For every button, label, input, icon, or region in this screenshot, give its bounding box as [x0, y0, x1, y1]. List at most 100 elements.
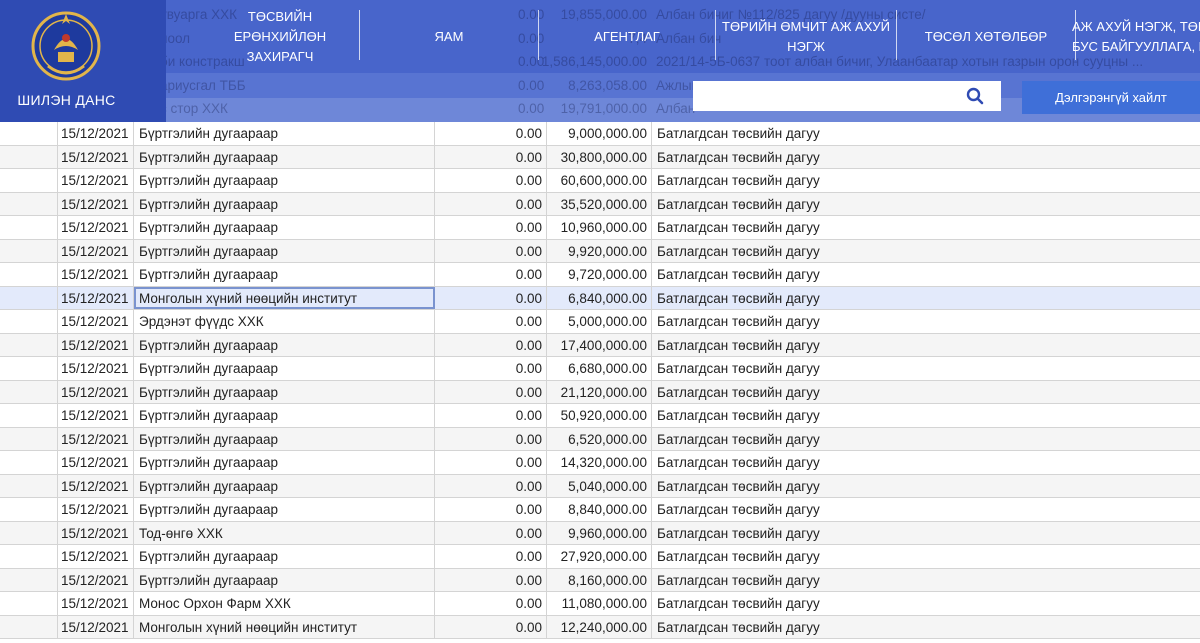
zero-amount-cell[interactable]: 0.00: [435, 192, 547, 215]
row-gutter-cell[interactable]: [0, 404, 58, 427]
row-gutter-cell[interactable]: [0, 568, 58, 591]
organization-cell[interactable]: Бүртгэлийн дугаараар: [134, 545, 435, 568]
zero-amount-cell[interactable]: 0.00: [435, 545, 547, 568]
organization-cell[interactable]: Бүртгэлийн дугаараар: [134, 357, 435, 380]
row-gutter-cell[interactable]: [0, 592, 58, 615]
organization-cell[interactable]: Бүртгэлийн дугаараар: [134, 427, 435, 450]
zero-amount-cell[interactable]: 0.00: [435, 310, 547, 333]
search-button[interactable]: [949, 81, 1001, 111]
row-gutter-cell[interactable]: [0, 357, 58, 380]
row-gutter-cell[interactable]: [0, 286, 58, 309]
date-cell[interactable]: 15/12/2021: [58, 263, 134, 286]
table-row[interactable]: 15/12/2021 Бүртгэлийн дугаараар 0.00 10,960…: [0, 216, 1200, 240]
row-gutter-cell[interactable]: [0, 192, 58, 215]
amount-cell[interactable]: 27,920,000.00: [547, 545, 652, 568]
table-row[interactable]: 15/12/2021 Бүртгэлийн дугаараар 0.00 5,040,…: [0, 474, 1200, 498]
date-cell[interactable]: 15/12/2021: [58, 192, 134, 215]
table-row[interactable]: 15/12/2021 Монос Орхон Фарм ХХК 0.00 11,080…: [0, 592, 1200, 616]
amount-cell[interactable]: 9,960,000.00: [547, 521, 652, 544]
note-cell[interactable]: Батлагдсан төсвийн дагуу: [652, 428, 1200, 451]
amount-cell[interactable]: 60,600,000.00: [547, 169, 652, 192]
date-cell[interactable]: 15/12/2021: [58, 568, 134, 591]
organization-cell[interactable]: Тод-өнгө ХХК: [134, 521, 435, 544]
date-cell[interactable]: 15/12/2021: [58, 286, 134, 309]
amount-cell[interactable]: 14,320,000.00: [547, 451, 652, 474]
row-gutter-cell[interactable]: [0, 451, 58, 474]
zero-amount-cell[interactable]: 0.00: [435, 568, 547, 591]
zero-amount-cell[interactable]: 0.00: [435, 216, 547, 239]
zero-amount-cell[interactable]: 0.00: [435, 451, 547, 474]
organization-cell[interactable]: Монголын хүний нөөцийн институт: [134, 615, 435, 638]
organization-cell[interactable]: Бүртгэлийн дугаараар: [134, 263, 435, 286]
organization-cell[interactable]: Бүртгэлийн дугаараар: [134, 568, 435, 591]
nav-projects-programs[interactable]: ТӨСӨЛ ХӨТӨЛБӨР: [897, 0, 1075, 73]
amount-cell[interactable]: 30,800,000.00: [547, 145, 652, 168]
table-row[interactable]: 15/12/2021 Бүртгэлийн дугаараар 0.00 9,720,…: [0, 263, 1200, 287]
note-cell[interactable]: Батлагдсан төсвийн дагуу: [652, 381, 1200, 404]
amount-cell[interactable]: 11,080,000.00: [547, 592, 652, 615]
organization-cell[interactable]: Бүртгэлийн дугаараар: [134, 404, 435, 427]
zero-amount-cell[interactable]: 0.00: [435, 592, 547, 615]
zero-amount-cell[interactable]: 0.00: [435, 239, 547, 262]
amount-cell[interactable]: 10,960,000.00: [547, 216, 652, 239]
organization-cell[interactable]: Эрдэнэт фүүдс ХХК: [134, 310, 435, 333]
amount-cell[interactable]: 6,840,000.00: [547, 286, 652, 309]
zero-amount-cell[interactable]: 0.00: [435, 263, 547, 286]
amount-cell[interactable]: 50,920,000.00: [547, 404, 652, 427]
nav-budget-governors[interactable]: ТӨСВИЙН ЕРӨНХИЙЛӨН ЗАХИРАГЧ: [200, 0, 360, 73]
amount-cell[interactable]: 9,720,000.00: [547, 263, 652, 286]
date-cell[interactable]: 15/12/2021: [58, 145, 134, 168]
date-cell[interactable]: 15/12/2021: [58, 404, 134, 427]
organization-cell[interactable]: Бүртгэлийн дугаараар: [134, 380, 435, 403]
organization-cell[interactable]: Бүртгэлийн дугаараар: [134, 451, 435, 474]
search-input[interactable]: [693, 81, 943, 111]
row-gutter-cell[interactable]: [0, 427, 58, 450]
nav-ministries[interactable]: ЯАМ: [360, 0, 538, 73]
note-cell[interactable]: Батлагдсан төсвийн дагуу: [652, 310, 1200, 333]
amount-cell[interactable]: 12,240,000.00: [547, 615, 652, 638]
nav-state-owned-enterprises[interactable]: ТӨРИЙН ӨМЧИТ АЖ АХУЙ НЭГЖ: [716, 0, 896, 73]
row-gutter-cell[interactable]: [0, 498, 58, 521]
logo-panel[interactable]: ШИЛЭН ДАНС: [0, 0, 166, 122]
amount-cell[interactable]: 9,000,000.00: [547, 122, 652, 145]
zero-amount-cell[interactable]: 0.00: [435, 122, 547, 145]
row-gutter-cell[interactable]: [0, 169, 58, 192]
date-cell[interactable]: 15/12/2021: [58, 474, 134, 497]
row-gutter-cell[interactable]: [0, 333, 58, 356]
zero-amount-cell[interactable]: 0.00: [435, 145, 547, 168]
date-cell[interactable]: 15/12/2021: [58, 427, 134, 450]
date-cell[interactable]: 15/12/2021: [58, 357, 134, 380]
note-cell[interactable]: Батлагдсан төсвийн дагуу: [652, 475, 1200, 498]
zero-amount-cell[interactable]: 0.00: [435, 286, 547, 309]
note-cell[interactable]: Батлагдсан төсвийн дагуу: [652, 263, 1200, 286]
note-cell[interactable]: Батлагдсан төсвийн дагуу: [652, 498, 1200, 521]
zero-amount-cell[interactable]: 0.00: [435, 404, 547, 427]
organization-cell[interactable]: Бүртгэлийн дугаараар: [134, 122, 435, 145]
note-cell[interactable]: Батлагдсан төсвийн дагуу: [652, 193, 1200, 216]
amount-cell[interactable]: 5,040,000.00: [547, 474, 652, 497]
organization-cell[interactable]: Бүртгэлийн дугаараар: [134, 145, 435, 168]
table-row[interactable]: 15/12/2021 Бүртгэлийн дугаараар 0.00 14,320…: [0, 451, 1200, 475]
row-gutter-cell[interactable]: [0, 521, 58, 544]
row-gutter-cell[interactable]: [0, 239, 58, 262]
organization-cell[interactable]: Бүртгэлийн дугаараар: [134, 216, 435, 239]
date-cell[interactable]: 15/12/2021: [58, 545, 134, 568]
amount-cell[interactable]: 21,120,000.00: [547, 380, 652, 403]
organization-cell[interactable]: Монос Орхон Фарм ХХК: [134, 592, 435, 615]
row-gutter-cell[interactable]: [0, 145, 58, 168]
zero-amount-cell[interactable]: 0.00: [435, 357, 547, 380]
table-row[interactable]: 15/12/2021 Бүртгэлийн дугаараар 0.00 27,920…: [0, 545, 1200, 569]
date-cell[interactable]: 15/12/2021: [58, 451, 134, 474]
table-row[interactable]: 15/12/2021 Бүртгэлийн дугаараар 0.00 6,680,…: [0, 357, 1200, 381]
note-cell[interactable]: Батлагдсан төсвийн дагуу: [652, 240, 1200, 263]
organization-cell[interactable]: Бүртгэлийн дугаараар: [134, 333, 435, 356]
note-cell[interactable]: Батлагдсан төсвийн дагуу: [652, 122, 1200, 145]
table-row[interactable]: 15/12/2021 Бүртгэлийн дугаараар 0.00 8,160,…: [0, 568, 1200, 592]
table-row[interactable]: 15/12/2021 Бүртгэлийн дугаараар 0.00 21,120…: [0, 380, 1200, 404]
row-gutter-cell[interactable]: [0, 380, 58, 403]
date-cell[interactable]: 15/12/2021: [58, 169, 134, 192]
zero-amount-cell[interactable]: 0.00: [435, 380, 547, 403]
amount-cell[interactable]: 35,520,000.00: [547, 192, 652, 215]
date-cell[interactable]: 15/12/2021: [58, 333, 134, 356]
organization-cell[interactable]: Монголын хүний нөөцийн институт: [134, 286, 435, 309]
